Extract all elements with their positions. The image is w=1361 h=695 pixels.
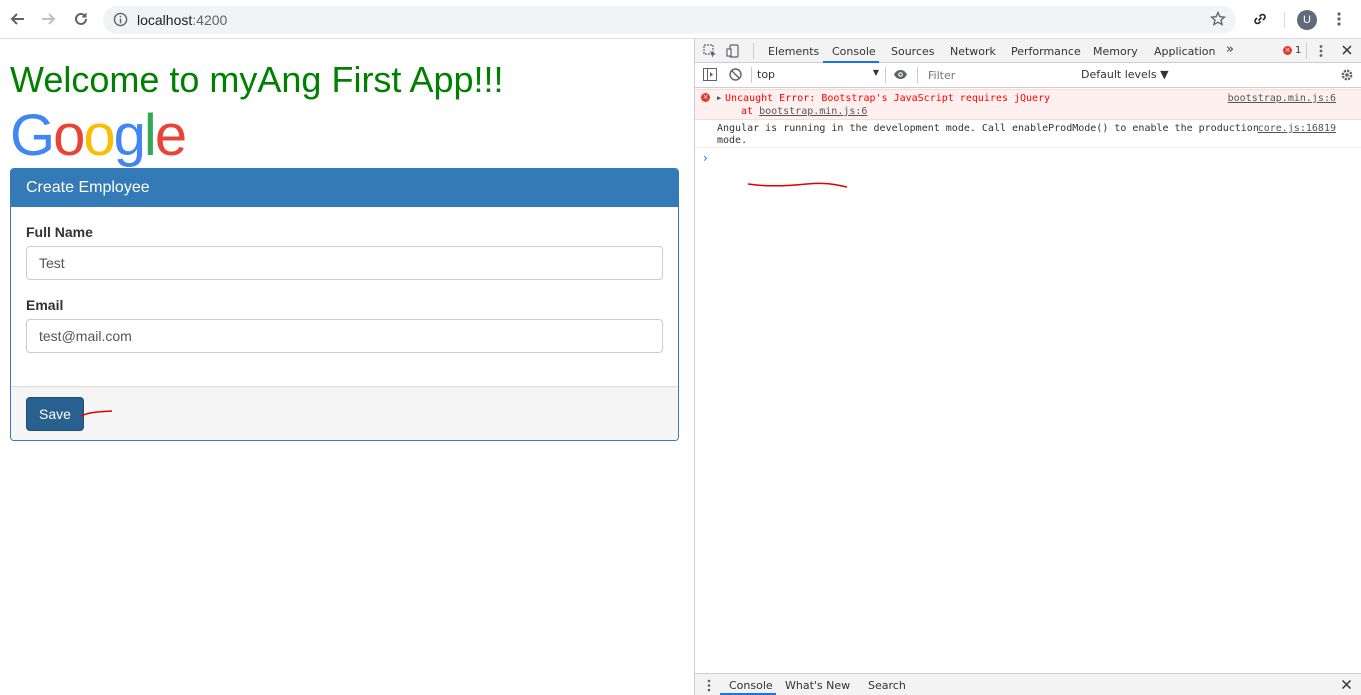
- logo-letter: e: [154, 103, 187, 168]
- email-input[interactable]: [26, 319, 663, 353]
- reload-icon[interactable]: [70, 8, 92, 30]
- toolbar-divider: [751, 67, 752, 83]
- console-prompt-icon[interactable]: ›: [703, 151, 708, 165]
- save-button[interactable]: Save: [26, 397, 84, 431]
- close-devtools-icon[interactable]: [1341, 44, 1353, 59]
- tabs-divider: [753, 43, 754, 59]
- info-source-link[interactable]: core.js:16819: [1258, 123, 1336, 134]
- info-message-line-1: Angular is running in the development mo…: [717, 123, 1259, 134]
- drawer-tab-whats-new[interactable]: What's New: [785, 679, 850, 692]
- tab-memory[interactable]: Memory: [1093, 45, 1138, 58]
- annotation-scribble: [80, 410, 113, 417]
- error-circle-icon: ×: [1283, 46, 1292, 55]
- clear-console-icon[interactable]: [729, 68, 742, 84]
- console-filter-input[interactable]: [923, 66, 1073, 84]
- expand-triangle-icon[interactable]: ▶: [717, 94, 721, 102]
- console-info-message: Angular is running in the development mo…: [695, 120, 1361, 148]
- logo-letter: o: [53, 103, 85, 168]
- drawer-menu-icon[interactable]: [707, 679, 711, 695]
- console-settings-gear-icon[interactable]: [1340, 68, 1354, 85]
- toolbar-divider: [885, 67, 886, 83]
- full-name-label: Full Name: [26, 224, 93, 240]
- full-name-input[interactable]: [26, 246, 663, 280]
- device-toolbar-icon[interactable]: [726, 44, 740, 61]
- error-stack-link[interactable]: bootstrap.min.js:6: [759, 106, 867, 117]
- info-icon[interactable]: [113, 12, 128, 32]
- google-logo: Google: [10, 103, 187, 169]
- sidebar-toggle-icon[interactable]: [703, 68, 717, 84]
- back-icon[interactable]: [6, 8, 28, 30]
- error-stack-line: at bootstrap.min.js:6: [741, 106, 867, 117]
- tab-network[interactable]: Network: [950, 45, 996, 58]
- url-text: localhost:4200: [137, 12, 227, 28]
- forward-icon[interactable]: [38, 8, 60, 30]
- tab-performance[interactable]: Performance: [1011, 45, 1081, 58]
- avatar[interactable]: U: [1297, 10, 1317, 30]
- tab-sources[interactable]: Sources: [891, 45, 935, 58]
- annotation-underline: [747, 182, 848, 188]
- inspect-element-icon[interactable]: [703, 44, 717, 61]
- error-count: 1: [1295, 45, 1302, 56]
- error-source-link[interactable]: bootstrap.min.js:6: [1228, 93, 1336, 104]
- panel-body: Full Name Email: [11, 207, 678, 386]
- tab-elements[interactable]: Elements: [768, 45, 819, 58]
- dropdown-arrow-icon: ▼: [872, 68, 879, 77]
- info-message-line-2: mode.: [717, 135, 748, 146]
- page-viewport: Welcome to myAng First App!!! Google Cre…: [0, 39, 694, 695]
- devtools-tab-bar: Elements Console Sources Network Perform…: [695, 39, 1361, 63]
- error-count-badge[interactable]: × 1: [1283, 45, 1301, 56]
- bookmark-star-icon[interactable]: [1209, 10, 1227, 32]
- logo-letter: o: [83, 103, 115, 168]
- drawer-tab-console[interactable]: Console: [729, 679, 773, 692]
- toolbar-divider: [1284, 12, 1285, 28]
- logo-letter: G: [10, 103, 55, 168]
- panel-footer: Save: [11, 386, 678, 440]
- browser-menu-icon[interactable]: [1328, 8, 1350, 30]
- more-tabs-icon[interactable]: »: [1226, 42, 1234, 57]
- avatar-letter: U: [1303, 14, 1311, 26]
- error-icon: ×: [701, 93, 710, 102]
- link-icon[interactable]: [1249, 8, 1271, 30]
- create-employee-panel: Create Employee Full Name Email Save: [10, 168, 679, 441]
- tab-console[interactable]: Console: [832, 45, 876, 58]
- address-bar[interactable]: localhost:4200: [103, 6, 1236, 34]
- page-title: Welcome to myAng First App!!!: [10, 59, 504, 100]
- error-message-text: Uncaught Error: Bootstrap's JavaScript r…: [725, 93, 1051, 104]
- live-expression-eye-icon[interactable]: [893, 69, 908, 83]
- log-levels-dropdown[interactable]: Default levels ▼: [1081, 68, 1169, 81]
- error-at-prefix: at: [741, 106, 760, 117]
- context-selector[interactable]: top ▼: [757, 68, 879, 81]
- console-toolbar: top ▼ Default levels ▼: [695, 63, 1361, 88]
- url-port: :4200: [192, 12, 228, 28]
- browser-toolbar: localhost:4200 U: [0, 0, 1361, 39]
- email-label: Email: [26, 297, 64, 313]
- toolbar-divider: [917, 67, 918, 83]
- panel-title: Create Employee: [11, 169, 678, 207]
- close-drawer-icon[interactable]: [1341, 679, 1352, 693]
- logo-letter: l: [143, 103, 157, 168]
- devtools-panel: Elements Console Sources Network Perform…: [694, 39, 1361, 695]
- drawer-tab-search[interactable]: Search: [868, 679, 906, 692]
- context-value: top: [757, 68, 776, 81]
- logo-letter: g: [113, 103, 146, 168]
- devtools-menu-icon[interactable]: [1319, 44, 1323, 61]
- tabs-divider: [1306, 43, 1307, 59]
- tab-application[interactable]: Application: [1154, 45, 1215, 58]
- devtools-drawer: Console What's New Search: [695, 673, 1361, 695]
- console-error-message: × ▶ Uncaught Error: Bootstrap's JavaScri…: [695, 89, 1361, 120]
- url-host: localhost: [137, 12, 193, 28]
